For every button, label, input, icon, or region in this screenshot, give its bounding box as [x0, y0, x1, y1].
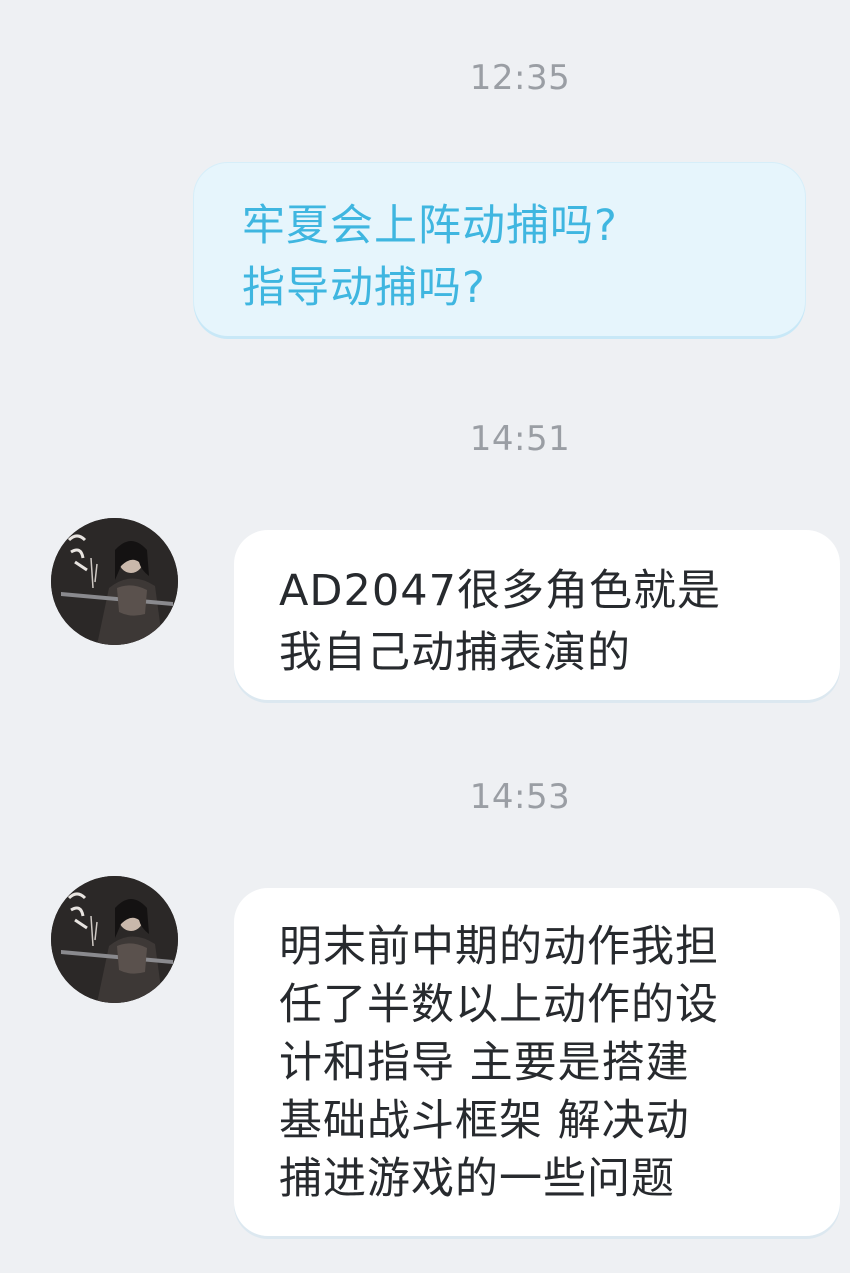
message-text: 牢夏会上阵动捕吗?	[242, 201, 618, 251]
message-text: 基础战斗框架 解决动	[279, 1096, 690, 1146]
message-text: 指导动捕吗?	[242, 263, 486, 313]
warrior-portrait-icon	[51, 518, 178, 645]
avatar[interactable]	[51, 518, 178, 645]
message-text: 明末前中期的动作我担	[279, 922, 719, 972]
received-message-bubble[interactable]: AD2047很多角色就是 我自己动捕表演的	[234, 530, 840, 700]
received-message-bubble[interactable]: 明末前中期的动作我担 任了半数以上动作的设 计和指导 主要是搭建 基础战斗框架 …	[234, 888, 840, 1236]
message-text: 任了半数以上动作的设	[279, 980, 719, 1030]
message-text: 捕进游戏的一些问题	[279, 1154, 675, 1204]
message-text: AD2047很多角色就是	[279, 566, 721, 616]
timestamp: 14:51	[469, 419, 571, 459]
timestamp: 12:35	[469, 58, 571, 98]
timestamp: 14:53	[469, 777, 571, 817]
warrior-portrait-icon	[51, 876, 178, 1003]
message-text: 计和指导 主要是搭建	[279, 1038, 690, 1088]
message-text: 我自己动捕表演的	[279, 628, 631, 678]
sent-message-bubble[interactable]: 牢夏会上阵动捕吗? 指导动捕吗?	[194, 163, 805, 336]
avatar[interactable]	[51, 876, 178, 1003]
